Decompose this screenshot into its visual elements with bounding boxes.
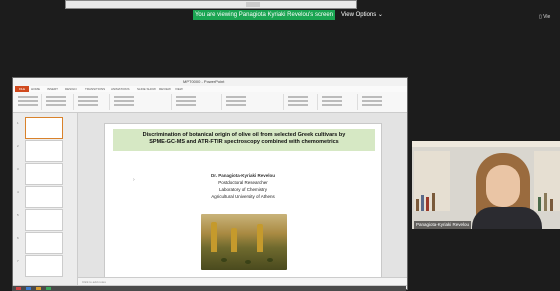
taskbar-icon[interactable] — [16, 287, 21, 290]
participant-video[interactable]: Panagiota-Kyriaki Revelou — [412, 141, 560, 229]
olive-oil-photo — [201, 214, 287, 270]
bookshelf — [414, 151, 450, 211]
notes-placeholder: Click to add notes — [82, 280, 106, 284]
slide-thumbnail-1[interactable] — [25, 117, 63, 139]
bottle-shape — [231, 228, 237, 252]
ribbon-group-arrange[interactable] — [285, 94, 318, 110]
thumbnail-number: 4 — [17, 190, 19, 194]
olive-shape — [267, 258, 273, 262]
author-role: Postdoctoral Researcher — [218, 180, 268, 185]
ribbon-group-editing[interactable] — [359, 94, 403, 110]
taskbar-icon[interactable] — [36, 287, 41, 290]
author-name: Dr. Panagiota-Kyriaki Revelou — [210, 173, 276, 178]
ribbon — [13, 92, 407, 113]
ribbon-group-paragraph[interactable] — [173, 94, 222, 110]
powerpoint-window: MPT0000 - PowerPoint FILE HOME INSERT DE… — [12, 77, 408, 290]
ribbon-group-drawing[interactable] — [223, 94, 284, 110]
olive-shape — [245, 260, 251, 264]
slide-thumbnail-4[interactable] — [25, 186, 63, 208]
powerpoint-titlebar: MPT0000 - PowerPoint — [13, 78, 407, 86]
window-title: MPT0000 - PowerPoint — [183, 79, 225, 84]
taskbar-icon[interactable] — [26, 287, 31, 290]
slide-title-line-1: Discrimination of botanical origin of ol… — [142, 132, 346, 138]
view-options-button[interactable]: View Options ⌄ — [341, 10, 383, 20]
ribbon-group-quick-styles[interactable] — [319, 94, 358, 110]
person-body — [472, 207, 542, 229]
taskbar — [12, 286, 406, 291]
bottle-shape — [257, 224, 263, 252]
book — [432, 193, 435, 211]
participant-name-label: Panagiota-Kyriaki Revelou — [414, 221, 472, 229]
thumbnail-number: 7 — [17, 259, 19, 263]
thumbnail-number: 6 — [17, 236, 19, 240]
author-lab: Laboratory of Chemistry — [218, 187, 268, 192]
taskbar-icon[interactable] — [46, 287, 51, 290]
current-slide[interactable]: Discrimination of botanical origin of ol… — [104, 123, 382, 281]
slide-title-box[interactable]: Discrimination of botanical origin of ol… — [113, 129, 375, 151]
slide-title-line-2: SPME-GC-MS and ATR-FTIR spectroscopy com… — [149, 139, 339, 145]
slide-thumbnail-6[interactable] — [25, 232, 63, 254]
thumbnail-number: 1 — [17, 121, 19, 125]
ribbon-group-slides[interactable] — [43, 94, 74, 110]
slide-canvas[interactable]: Discrimination of botanical origin of ol… — [78, 113, 407, 285]
thumbnail-number: 3 — [17, 167, 19, 171]
slide-thumbnail-5[interactable] — [25, 209, 63, 231]
mouse-cursor-icon: › — [133, 177, 135, 183]
book — [416, 199, 419, 211]
book — [421, 195, 424, 211]
thumbnail-number: 5 — [17, 213, 19, 217]
olive-shape — [221, 258, 227, 262]
screen-share-banner: You are viewing Panagiota Kyriaki Revelo… — [193, 10, 335, 20]
bottle-shape — [211, 222, 217, 252]
slide-thumbnail-2[interactable] — [25, 140, 63, 162]
thumbnail-number: 2 — [17, 144, 19, 148]
book — [550, 199, 553, 211]
author-university: Agricultural University of Athens — [211, 194, 275, 199]
ribbon-group-slides-layout[interactable] — [75, 94, 110, 110]
slide-thumbnail-3[interactable] — [25, 163, 63, 185]
book — [544, 193, 547, 211]
slide-thumbnails-pane: 1 2 3 4 5 6 7 — [13, 113, 78, 285]
book — [426, 197, 429, 211]
book — [538, 197, 541, 211]
person-face — [486, 165, 520, 207]
bookshelf — [534, 151, 560, 211]
slide-thumbnail-7[interactable] — [25, 255, 63, 277]
author-block[interactable]: Dr. Panagiota-Kyriaki Revelou Postdoctor… — [165, 172, 321, 200]
ribbon-group-font[interactable] — [111, 94, 172, 110]
shared-screen-thumbnail — [65, 0, 357, 9]
thumbnail-placeholder — [246, 2, 260, 7]
ribbon-group-clipboard[interactable] — [15, 94, 42, 110]
shelf — [412, 141, 560, 147]
view-toggle-button[interactable]: ▯ Vie — [539, 13, 560, 21]
